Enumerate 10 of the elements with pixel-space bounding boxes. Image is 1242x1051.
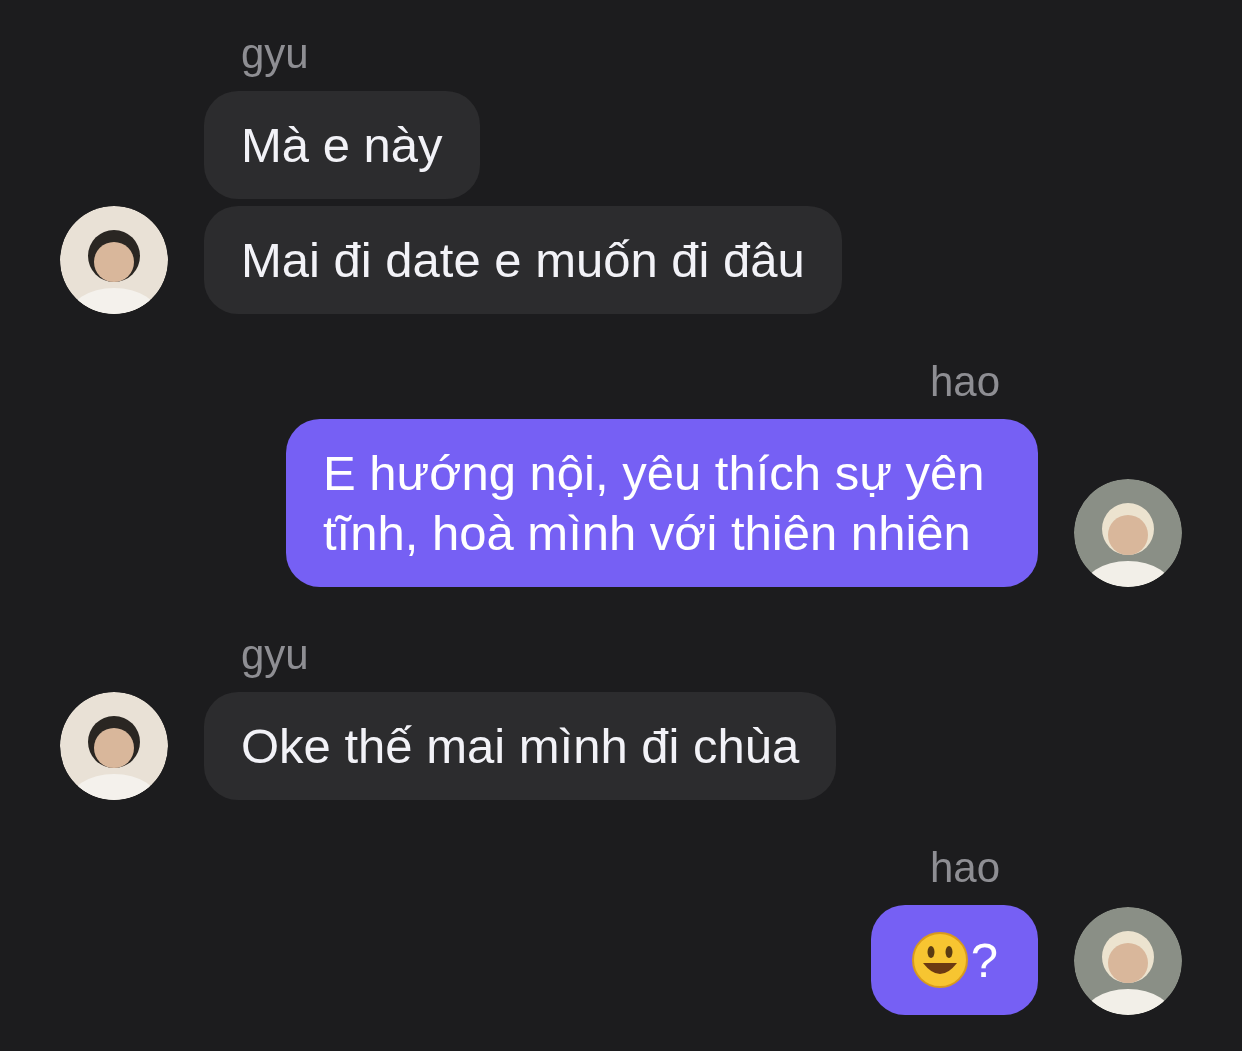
message-text: ? (970, 932, 998, 989)
message-bubble: E hướng nội, yêu thích sự yên tĩnh, hoà mình với thiên nhiên (286, 419, 1038, 587)
sender-name: hao (929, 846, 1000, 890)
message-bubble: Mai đi date e muốn đi đâu (204, 206, 842, 314)
message-bubble: Mà e này (204, 91, 480, 199)
message-bubble: Oke thế mai mình đi chùa (204, 692, 837, 800)
sender-name: gyu (241, 32, 309, 76)
sender-name: hao (929, 360, 1000, 404)
smiley-icon (910, 931, 969, 989)
sender-name: gyu (241, 633, 309, 677)
